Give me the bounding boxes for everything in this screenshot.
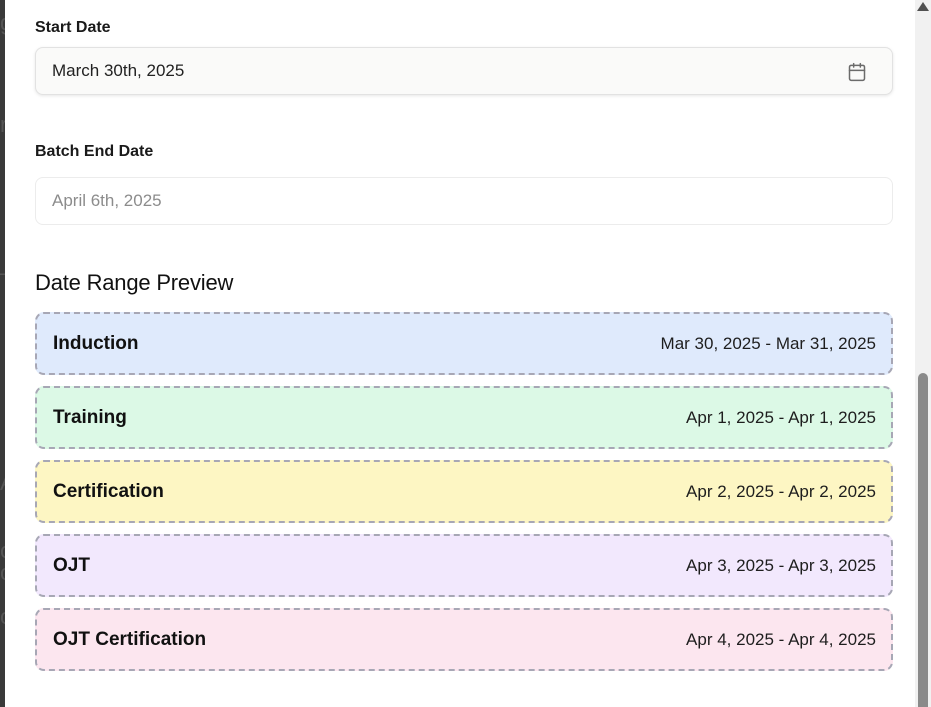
phase-date-range: Mar 30, 2025 - Mar 31, 2025 [660,333,876,353]
batch-end-date-field: April 6th, 2025 [35,177,893,225]
phase-row-training: Training Apr 1, 2025 - Apr 1, 2025 [35,386,893,449]
start-date-value: March 30th, 2025 [52,61,185,80]
start-date-picker[interactable]: March 30th, 2025 [35,47,893,95]
phase-name: Certification [53,480,164,502]
phase-row-induction: Induction Mar 30, 2025 - Mar 31, 2025 [35,312,893,375]
phase-date-range: Apr 1, 2025 - Apr 1, 2025 [686,407,876,427]
phase-date-range: Apr 4, 2025 - Apr 4, 2025 [686,629,876,649]
batch-end-date-label: Batch End Date [35,143,154,160]
phase-date-range: Apr 3, 2025 - Apr 3, 2025 [686,555,876,575]
start-date-label: Start Date [35,19,111,36]
phase-date-range: Apr 2, 2025 - Apr 2, 2025 [686,481,876,501]
batch-end-date-value: April 6th, 2025 [52,191,162,210]
batch-dialog: Start Date March 30th, 2025 Batch End Da… [5,0,915,707]
phase-name: Training [53,406,127,428]
scroll-up-arrow-icon[interactable] [917,2,929,11]
phase-name: Induction [53,332,139,354]
phase-name: OJT Certification [53,628,207,650]
scrollbar-thumb[interactable] [918,373,928,707]
phase-row-ojt: OJT Apr 3, 2025 - Apr 3, 2025 [35,534,893,597]
phase-name: OJT [53,554,90,576]
phase-row-ojt-certification: OJT Certification Apr 4, 2025 - Apr 4, 2… [35,608,893,671]
date-range-preview-title: Date Range Preview [35,270,234,295]
calendar-icon[interactable] [847,62,867,82]
phase-row-certification: Certification Apr 2, 2025 - Apr 2, 2025 [35,460,893,523]
